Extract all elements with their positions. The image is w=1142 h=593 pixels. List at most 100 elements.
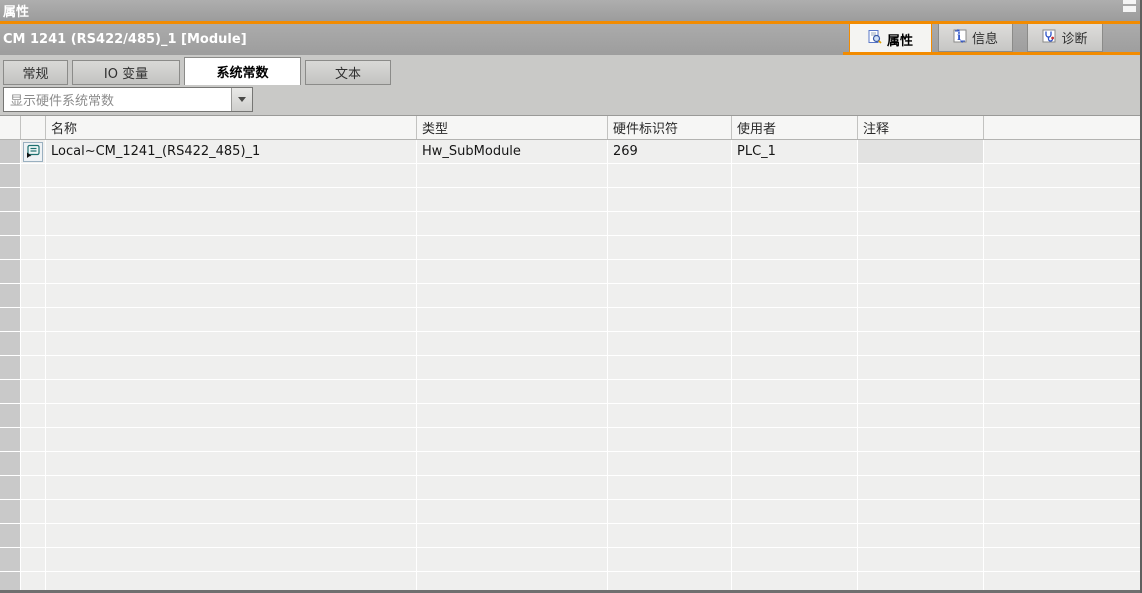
- cell-empty: [417, 404, 608, 428]
- cell-empty: [984, 524, 1142, 548]
- cell-empty: [984, 428, 1142, 452]
- cell-empty: [417, 380, 608, 404]
- cell-empty: [984, 308, 1142, 332]
- cell-empty: [21, 572, 46, 590]
- tab-general[interactable]: 常规: [3, 60, 68, 85]
- constants-filter-value: 显示硬件系统常数: [4, 90, 231, 109]
- cell-empty: [46, 572, 417, 590]
- table-row-empty[interactable]: [0, 500, 1142, 524]
- cell-empty: [732, 188, 858, 212]
- column-header-type[interactable]: 类型: [417, 116, 608, 139]
- table-header-row: 名称 类型 硬件标识符 使用者 注释: [0, 115, 1142, 140]
- system-constants-table: 名称 类型 硬件标识符 使用者 注释 Local~CM_1241_(RS422: [0, 115, 1142, 590]
- cell-empty: [608, 524, 732, 548]
- table-row-empty[interactable]: [0, 212, 1142, 236]
- cell-empty: [46, 308, 417, 332]
- cell-empty: [984, 452, 1142, 476]
- cell-empty: [21, 260, 46, 284]
- row-gutter: [0, 500, 21, 524]
- cell-empty: [21, 428, 46, 452]
- table-row-empty[interactable]: [0, 260, 1142, 284]
- cell-empty: [732, 380, 858, 404]
- table-row-empty[interactable]: [0, 404, 1142, 428]
- row-gutter: [0, 164, 21, 188]
- tab-properties[interactable]: 属性: [849, 24, 932, 55]
- row-gutter: [0, 212, 21, 236]
- row-gutter: [0, 572, 21, 590]
- cell-empty: [732, 332, 858, 356]
- cell-empty: [984, 572, 1142, 590]
- tab-texts[interactable]: 文本: [305, 60, 391, 85]
- table-row-empty[interactable]: [0, 428, 1142, 452]
- row-gutter: [0, 284, 21, 308]
- table-row-empty[interactable]: [0, 548, 1142, 572]
- cell-empty: [984, 212, 1142, 236]
- cell-empty: [417, 428, 608, 452]
- table-row-empty[interactable]: [0, 236, 1142, 260]
- cell-empty: [417, 476, 608, 500]
- cell-empty: [984, 548, 1142, 572]
- table-row-empty[interactable]: [0, 380, 1142, 404]
- table-row-empty[interactable]: [0, 476, 1142, 500]
- row-gutter: [0, 188, 21, 212]
- table-row-empty[interactable]: [0, 572, 1142, 590]
- table-row-empty[interactable]: [0, 164, 1142, 188]
- table-row-empty[interactable]: [0, 524, 1142, 548]
- cell-empty: [608, 548, 732, 572]
- cell-empty: [732, 428, 858, 452]
- cell-type[interactable]: Hw_SubModule: [417, 140, 608, 164]
- cell-empty: [732, 404, 858, 428]
- cell-empty: [732, 548, 858, 572]
- row-gutter: [0, 452, 21, 476]
- table-row-empty[interactable]: [0, 332, 1142, 356]
- row-icon-cell[interactable]: [21, 140, 46, 164]
- cell-empty: [46, 404, 417, 428]
- cell-empty: [858, 164, 984, 188]
- combo-dropdown-button[interactable]: [231, 88, 252, 111]
- dock-window-icon[interactable]: [1123, 0, 1136, 12]
- cell-empty: [46, 356, 417, 380]
- table-row-empty[interactable]: [0, 308, 1142, 332]
- table-row-empty[interactable]: [0, 284, 1142, 308]
- cell-empty: [46, 380, 417, 404]
- cell-empty: [21, 236, 46, 260]
- cell-empty: [984, 380, 1142, 404]
- cell-empty: [417, 524, 608, 548]
- cell-empty: [46, 548, 417, 572]
- tab-io-tags[interactable]: IO 变量: [72, 60, 180, 85]
- cell-name[interactable]: Local~CM_1241_(RS422_485)_1: [46, 140, 417, 164]
- inspector-tabs-accent: [843, 52, 1142, 55]
- cell-empty: [608, 188, 732, 212]
- cell-empty: [858, 308, 984, 332]
- cell-empty: [21, 380, 46, 404]
- cell-comment[interactable]: [858, 140, 984, 164]
- cell-empty: [46, 524, 417, 548]
- tab-properties-label: 属性: [887, 30, 913, 49]
- column-header-comment[interactable]: 注释: [858, 116, 984, 139]
- cell-empty: [608, 164, 732, 188]
- cell-hardware-id[interactable]: 269: [608, 140, 732, 164]
- table-row-empty[interactable]: [0, 452, 1142, 476]
- column-header-used-by[interactable]: 使用者: [732, 116, 858, 139]
- cell-empty: [858, 476, 984, 500]
- column-header-hardware-id[interactable]: 硬件标识符: [608, 116, 732, 139]
- cell-empty: [858, 380, 984, 404]
- cell-empty: [858, 404, 984, 428]
- table-row-empty[interactable]: [0, 356, 1142, 380]
- table-row-system-constant[interactable]: Local~CM_1241_(RS422_485)_1 Hw_SubModule…: [0, 140, 1142, 164]
- tab-diagnostics[interactable]: 诊断: [1027, 24, 1103, 52]
- table-row-empty[interactable]: [0, 188, 1142, 212]
- column-header-blank: [984, 116, 1142, 139]
- row-gutter: [0, 476, 21, 500]
- cell-empty: [858, 236, 984, 260]
- cell-empty: [858, 284, 984, 308]
- cell-empty: [858, 500, 984, 524]
- tab-info[interactable]: i 信息: [938, 24, 1013, 52]
- row-gutter: [0, 332, 21, 356]
- cell-used-by[interactable]: PLC_1: [732, 140, 858, 164]
- cell-empty: [608, 332, 732, 356]
- cell-empty: [732, 212, 858, 236]
- column-header-name[interactable]: 名称: [46, 116, 417, 139]
- tab-system-constants[interactable]: 系统常数: [184, 57, 301, 85]
- constants-filter-select[interactable]: 显示硬件系统常数: [3, 87, 253, 112]
